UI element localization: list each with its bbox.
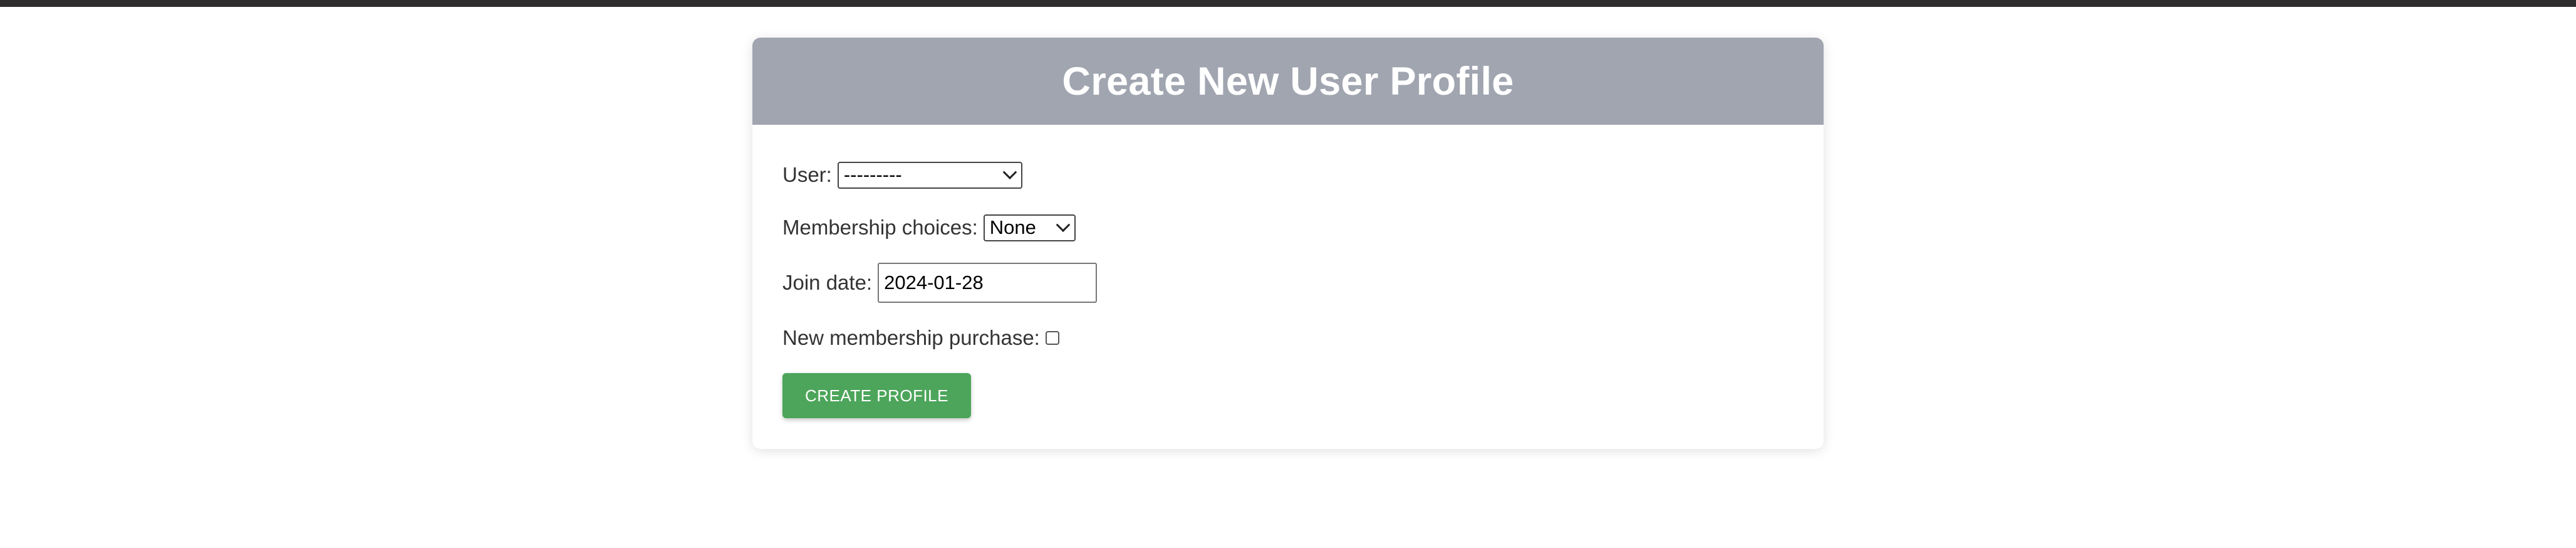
membership-label: Membership choices: [782, 216, 978, 239]
chevron-down-icon [1056, 218, 1071, 233]
join-date-label: Join date: [782, 271, 873, 294]
membership-field: Membership choices: None [782, 214, 1076, 241]
user-field: User: --------- [782, 161, 1022, 189]
user-select[interactable]: --------- [837, 161, 1022, 189]
membership-select[interactable]: None [983, 214, 1076, 241]
new-purchase-field: New membership purchase: [782, 324, 1059, 352]
top-bar [0, 0, 2576, 7]
new-purchase-label: New membership purchase: [782, 326, 1040, 349]
user-label: User: [782, 163, 832, 186]
user-select-value: --------- [843, 164, 902, 186]
chevron-down-icon [1002, 165, 1017, 180]
membership-select-value: None [989, 216, 1036, 238]
create-profile-button[interactable]: CREATE PROFILE [782, 373, 971, 418]
join-date-input[interactable]: 2024-01-28 [878, 263, 1098, 303]
new-purchase-checkbox[interactable] [1045, 331, 1059, 345]
card-header: Create New User Profile [752, 38, 1824, 125]
profile-form-card: Create New User Profile User: --------- … [752, 38, 1824, 449]
join-date-field: Join date: 2024-01-28 [782, 263, 1098, 303]
page-title: Create New User Profile [1062, 59, 1514, 103]
